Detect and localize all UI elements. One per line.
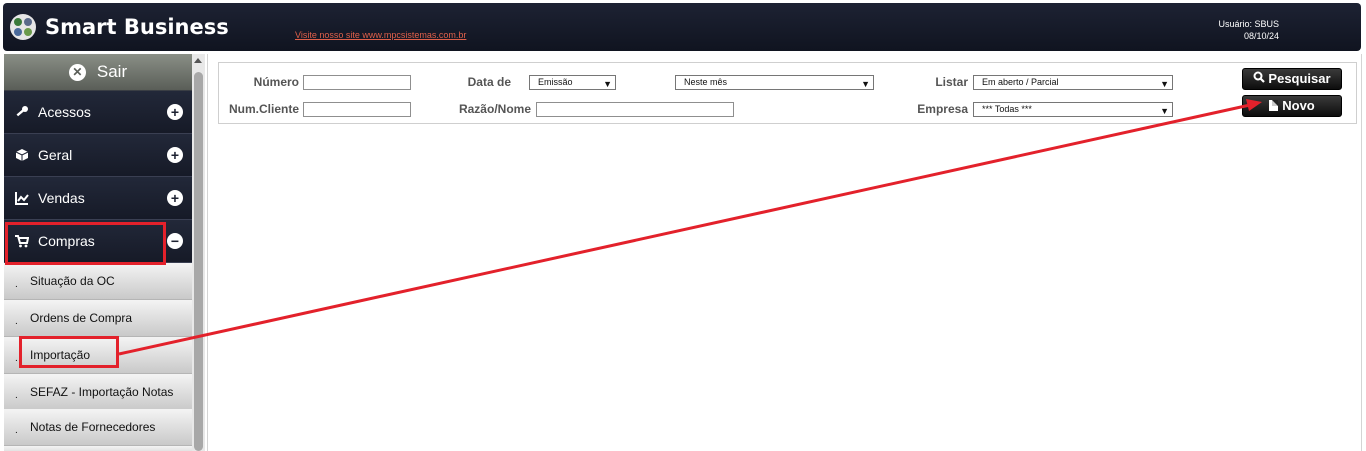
chevron-down-icon: ▼ (1160, 79, 1169, 89)
periodo-select[interactable]: Neste mês ▼ (675, 75, 874, 90)
num-cliente-input[interactable] (303, 102, 411, 117)
sidebar-scrollbar[interactable] (192, 54, 205, 451)
data-de-select[interactable]: Emissão ▼ (529, 75, 616, 90)
collapse-icon[interactable]: − (167, 233, 183, 249)
sidebar-item-vendas[interactable]: Vendas + (4, 177, 192, 220)
bullet-icon: . (15, 425, 18, 436)
pesquisar-label: Pesquisar (1268, 71, 1331, 86)
pesquisar-button[interactable]: Pesquisar (1242, 68, 1342, 90)
submenu-item-label: SEFAZ - Importação Notas (30, 385, 174, 399)
expand-icon[interactable]: + (167, 104, 183, 120)
user-info: Usuário: SBUS 08/10/24 (1218, 18, 1279, 42)
numero-label: Número (253, 75, 299, 89)
data-de-value: Emissão (538, 77, 573, 87)
chart-icon (15, 191, 29, 205)
expand-icon[interactable]: + (167, 190, 183, 206)
bullet-icon: . (15, 316, 18, 327)
num-cliente-label: Num.Cliente (228, 102, 299, 116)
expand-icon[interactable]: + (167, 147, 183, 163)
listar-label: Listar (935, 75, 968, 89)
numero-input[interactable] (303, 75, 411, 90)
annotation-box-importacao (19, 336, 119, 368)
search-icon (1253, 69, 1266, 89)
header-bar: Smart Business Visite nosso site www.mpc… (3, 3, 1361, 51)
sidebar-item-label: Vendas (38, 190, 85, 206)
bullet-icon: . (15, 390, 18, 401)
current-date: 08/10/24 (1243, 31, 1279, 41)
app-window: Smart Business Visite nosso site www.mpc… (0, 0, 1366, 451)
submenu-item-label: Notas de Fornecedores (30, 420, 156, 434)
filter-panel: Número Num.Cliente Data de Emissão ▼ Nes… (218, 62, 1357, 124)
site-link[interactable]: Visite nosso site www.mpcsistemas.com.br (295, 30, 466, 40)
periodo-value: Neste mês (684, 77, 728, 87)
empresa-label: Empresa (917, 102, 968, 116)
key-icon (15, 105, 29, 119)
scroll-up-icon[interactable] (194, 58, 202, 63)
submenu-item-situacao-oc[interactable]: . Situação da OC (4, 263, 192, 300)
submenu-item-sefaz[interactable]: . SEFAZ - Importação Notas (4, 374, 192, 411)
listar-select[interactable]: Em aberto / Parcial ▼ (973, 75, 1173, 90)
empresa-value: *** Todas *** (982, 104, 1032, 114)
main-content: Número Num.Cliente Data de Emissão ▼ Nes… (207, 54, 1362, 451)
novo-button[interactable]: Novo (1242, 95, 1342, 117)
close-icon: ✕ (68, 63, 86, 81)
submenu-item-next[interactable] (4, 446, 192, 451)
razao-input[interactable] (536, 102, 734, 117)
header: Smart Business Visite nosso site www.mpc… (0, 0, 1366, 53)
chevron-down-icon: ▼ (1160, 106, 1169, 116)
cube-icon (15, 148, 29, 162)
sair-button[interactable]: ✕ Sair (4, 54, 192, 91)
sidebar-item-label: Geral (38, 147, 73, 163)
scroll-thumb[interactable] (194, 72, 203, 451)
submenu-item-label: Ordens de Compra (30, 311, 133, 325)
bullet-icon: . (15, 279, 18, 290)
submenu-item-ordens-compra[interactable]: . Ordens de Compra (4, 300, 192, 337)
chevron-down-icon: ▼ (603, 79, 612, 89)
new-document-icon (1269, 100, 1279, 111)
novo-label: Novo (1282, 98, 1315, 113)
sidebar-item-acessos[interactable]: Acessos + (4, 91, 192, 134)
user-label: Usuário: SBUS (1218, 19, 1279, 29)
chevron-down-icon: ▼ (861, 79, 870, 89)
sidebar-item-geral[interactable]: Geral + (4, 134, 192, 177)
razao-label: Razão/Nome (458, 102, 531, 116)
bullet-icon: . (15, 353, 18, 364)
data-de-label: Data de (467, 75, 511, 89)
annotation-box-compras (5, 222, 166, 265)
listar-value: Em aberto / Parcial (982, 77, 1059, 87)
sidebar-item-label: Acessos (38, 104, 91, 120)
submenu-item-label: Situação da OC (30, 274, 115, 288)
logo-icon (10, 14, 36, 40)
empresa-select[interactable]: *** Todas *** ▼ (973, 102, 1173, 117)
app-title: Smart Business (45, 15, 229, 39)
sair-label: Sair (96, 62, 128, 81)
submenu-item-notas-fornecedores[interactable]: . Notas de Fornecedores (4, 409, 192, 446)
